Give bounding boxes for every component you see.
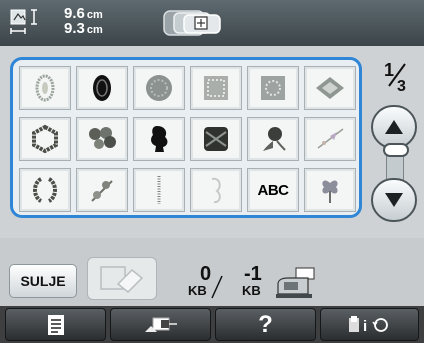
scroll-down-button[interactable] <box>371 178 417 222</box>
footer-help-button[interactable]: ? <box>215 308 316 341</box>
pattern-text-label: ABC <box>257 181 290 199</box>
square-lace-pattern-icon <box>204 76 228 100</box>
pattern-black-oval[interactable] <box>76 66 128 110</box>
leaf-wreath-pattern-icon <box>33 177 57 203</box>
embroidery-machine-icon <box>274 264 320 300</box>
butterfly-flower-pattern-icon <box>322 180 338 203</box>
pattern-memory: -1 KB <box>236 263 272 300</box>
delete-button[interactable] <box>87 257 157 300</box>
pattern-oval-lace[interactable] <box>19 66 71 110</box>
pattern-leaf-wreath[interactable] <box>19 168 71 212</box>
pattern-square-lace-2[interactable] <box>247 66 299 110</box>
footer-settings-button[interactable]: i <box>320 308 419 341</box>
ornate-pattern-icon <box>204 127 228 151</box>
svg-text:i: i <box>363 318 367 335</box>
oval-lace-pattern-icon <box>35 74 55 102</box>
width-unit: cm <box>86 9 103 21</box>
pattern-bird-branch[interactable] <box>304 117 356 161</box>
pattern-diamond-lace[interactable] <box>304 66 356 110</box>
pattern-butterfly-flower[interactable] <box>304 168 356 212</box>
bouquet-pattern-icon <box>89 127 116 149</box>
round-lace-doily-pattern-icon <box>146 75 172 101</box>
embroidery-size-icon <box>10 8 46 36</box>
lady-silhouette-pattern-icon <box>151 126 168 152</box>
scroll-thumb[interactable] <box>383 143 409 157</box>
memory-divider <box>211 275 223 299</box>
footer-hoop-view-button[interactable] <box>110 308 211 341</box>
settings-info-icon: i <box>348 315 388 335</box>
pattern-pale-ornament[interactable] <box>190 168 242 212</box>
down-arrow-icon <box>385 193 403 207</box>
current-page: 1 <box>384 60 395 80</box>
pale-ornament-pattern-icon <box>211 177 221 204</box>
black-oval-frame-pattern-icon <box>93 75 111 101</box>
pattern-square-lace[interactable] <box>190 66 242 110</box>
pattern-flower-branch[interactable] <box>76 168 128 212</box>
free-memory: 0 KB <box>188 264 228 300</box>
pattern-unit: KB <box>242 283 261 298</box>
hoop-view-icon <box>144 317 177 332</box>
page-icon <box>47 314 64 335</box>
diamond-lace-pattern-icon <box>316 77 344 99</box>
pattern-text-abc[interactable]: ABC <box>247 168 299 212</box>
up-arrow-icon <box>385 120 403 134</box>
height-unit: cm <box>86 24 103 36</box>
bird-branch-pattern-icon <box>317 128 344 149</box>
height-value: 9.3 <box>64 20 85 37</box>
flower-branch-pattern-icon <box>91 180 113 202</box>
hoop-frame-icon <box>162 8 224 38</box>
eraser-icon <box>100 266 144 294</box>
pattern-bouquet[interactable] <box>76 117 128 161</box>
pattern-floral-wreath[interactable] <box>19 117 71 161</box>
close-button[interactable]: SULJE <box>9 264 77 298</box>
pattern-vertical-border[interactable] <box>133 168 185 212</box>
total-pages: 3 <box>397 78 406 95</box>
floral-wreath-pattern-icon <box>32 124 58 154</box>
pattern-value: -1 <box>244 263 262 285</box>
pattern-rose[interactable] <box>247 117 299 161</box>
square-lace-pattern-2-icon <box>261 76 285 100</box>
pattern-lady-silhouette[interactable] <box>133 117 185 161</box>
rose-pattern-icon <box>263 127 286 151</box>
help-label: ? <box>258 310 273 338</box>
vertical-border-pattern-icon <box>157 176 161 204</box>
pattern-round-doily[interactable] <box>133 66 185 110</box>
design-height: 9.3 cm <box>64 21 103 38</box>
memory-unit: KB <box>188 283 207 298</box>
pattern-ornate[interactable] <box>190 117 242 161</box>
footer-page-button[interactable] <box>5 308 106 341</box>
